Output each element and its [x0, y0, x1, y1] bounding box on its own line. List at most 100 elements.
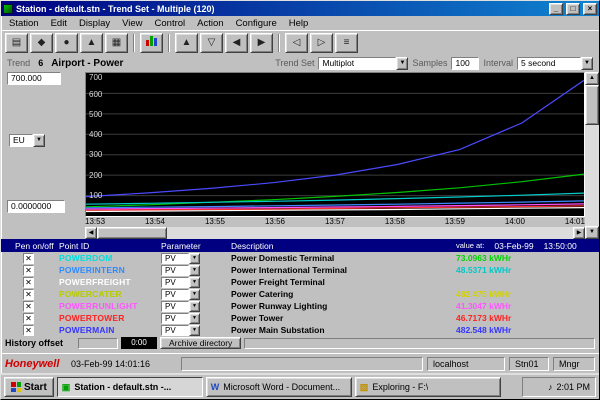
parameter-select[interactable]: PV▼ [161, 313, 200, 324]
parameter-select[interactable]: PV▼ [161, 289, 200, 300]
windows-taskbar: Start ▣ Station - default.stn -... W Mic… [1, 373, 599, 399]
y-tick: 100 [89, 192, 102, 200]
pen-checkbox[interactable]: ✕ [23, 289, 34, 300]
pen-checkbox[interactable]: ✕ [23, 253, 34, 264]
menu-display[interactable]: Display [73, 18, 116, 29]
interval-select[interactable]: 5 second ▼ [517, 57, 593, 70]
menu-action[interactable]: Action [191, 18, 229, 29]
y-min-input[interactable]: 0.0000000 [7, 200, 65, 213]
pen-checkbox[interactable]: ✕ [23, 301, 34, 312]
x-tick: 14:01 [565, 217, 585, 227]
table-row: ✕ POWERCATER PV▼ Power Catering 482.475 … [1, 288, 599, 300]
pen-checkbox[interactable]: ✕ [23, 277, 34, 288]
message-summary-icon[interactable]: ▦ [105, 33, 128, 53]
parameter-select[interactable]: PV▼ [161, 325, 200, 336]
point-id[interactable]: POWERDOM [59, 253, 161, 263]
history-offset-value: 0:00 [121, 337, 157, 349]
pen-checkbox[interactable]: ✕ [23, 265, 34, 276]
header-value-at: value at: [456, 241, 484, 250]
chevron-down-icon[interactable]: ▼ [189, 325, 200, 336]
task-button-station[interactable]: ▣ Station - default.stn -... [57, 377, 203, 397]
history-offset-field[interactable] [78, 338, 118, 349]
pen-checkbox[interactable]: ✕ [23, 325, 34, 336]
horizontal-scrollbar[interactable]: ◀ ▶ [85, 227, 585, 239]
task-button-word[interactable]: W Microsoft Word - Document... [206, 377, 352, 397]
minimize-button[interactable]: _ [549, 3, 563, 15]
v-scroll-thumb[interactable] [585, 85, 599, 125]
page-back-icon[interactable]: ◁ [285, 33, 308, 53]
nav-up-icon[interactable]: ▲ [175, 33, 198, 53]
trend-set-select[interactable]: Multiplot ▼ [318, 57, 408, 70]
vertical-scrollbar[interactable]: ▲ ▼ [585, 72, 599, 239]
task-button-explorer[interactable]: ▨ Exploring - F:\ [355, 377, 501, 397]
alarm-bell-icon[interactable]: ◆ [30, 33, 53, 53]
nav-left-icon[interactable]: ◀ [225, 33, 248, 53]
chevron-down-icon[interactable]: ▼ [396, 57, 408, 70]
archive-directory-button[interactable]: Archive directory [160, 337, 241, 349]
header-time: 13:50:00 [544, 241, 577, 251]
x-tick: 14:00 [505, 217, 525, 227]
trend-chart-icon[interactable] [140, 33, 163, 53]
point-description: Power Catering [231, 289, 456, 299]
status-role: Mngr [553, 357, 595, 371]
parameter-select[interactable]: PV▼ [161, 301, 200, 312]
header-description: Description [231, 241, 456, 251]
maximize-button[interactable]: □ [566, 3, 580, 15]
menu-help[interactable]: Help [283, 18, 315, 29]
chevron-down-icon[interactable]: ▼ [33, 134, 45, 147]
command-menu-icon[interactable]: ≡ [335, 33, 358, 53]
y-tick: 300 [89, 151, 102, 159]
menu-control[interactable]: Control [149, 18, 192, 29]
page-forward-icon[interactable]: ▷ [310, 33, 333, 53]
pen-checkbox[interactable]: ✕ [23, 313, 34, 324]
chevron-up-icon[interactable]: ▲ [585, 72, 599, 85]
point-description: Power Freight Terminal [231, 277, 456, 287]
start-button[interactable]: Start [4, 377, 54, 397]
speaker-icon[interactable]: ♪ [548, 382, 553, 392]
close-button[interactable]: × [583, 3, 597, 15]
menu-station[interactable]: Station [3, 18, 45, 29]
chevron-left-icon[interactable]: ◀ [85, 227, 97, 239]
menu-view[interactable]: View [116, 18, 148, 29]
chevron-right-icon[interactable]: ▶ [573, 227, 585, 239]
trend-number: 6 [34, 58, 47, 68]
trend-plot[interactable]: 700 600 500 400 300 200 100 [85, 72, 585, 217]
printer-icon[interactable]: ▤ [5, 33, 28, 53]
parameter-select[interactable]: PV▼ [161, 277, 200, 288]
menu-configure[interactable]: Configure [230, 18, 283, 29]
parameter-select[interactable]: PV▼ [161, 265, 200, 276]
y-max-input[interactable]: 700.000 [7, 72, 61, 85]
y-tick: 200 [89, 172, 102, 180]
h-scroll-track[interactable] [97, 227, 573, 239]
h-scroll-thumb[interactable] [97, 227, 167, 239]
history-bar: History offset 0:00 Archive directory [1, 336, 599, 350]
point-id[interactable]: POWERFREIGHT [59, 277, 161, 287]
x-tick: 13:55 [205, 217, 225, 227]
point-id[interactable]: POWERMAIN [59, 325, 161, 335]
chevron-down-icon[interactable]: ▼ [189, 301, 200, 312]
chevron-down-icon[interactable]: ▼ [189, 277, 200, 288]
alarm-horn-icon[interactable]: ● [55, 33, 78, 53]
v-scroll-track[interactable] [585, 85, 599, 226]
history-bar-filler [244, 338, 595, 349]
chevron-down-icon[interactable]: ▼ [189, 313, 200, 324]
eu-select[interactable]: EU ▼ [9, 134, 45, 147]
chevron-down-icon[interactable]: ▼ [189, 289, 200, 300]
parameter-select[interactable]: PV▼ [161, 253, 200, 264]
point-id[interactable]: POWERCATER [59, 289, 161, 299]
nav-right-icon[interactable]: ▶ [250, 33, 273, 53]
pen-table: ✕ POWERDOM PV▼ Power Domestic Terminal 7… [1, 252, 599, 336]
chevron-down-icon[interactable]: ▼ [585, 226, 599, 239]
alarm-warning-icon[interactable]: ▲ [80, 33, 103, 53]
point-id[interactable]: POWERTOWER [59, 313, 161, 323]
point-id[interactable]: POWERINTERN [59, 265, 161, 275]
samples-input[interactable]: 100 [451, 57, 479, 70]
nav-down-icon[interactable]: ▽ [200, 33, 223, 53]
chevron-down-icon[interactable]: ▼ [189, 265, 200, 276]
point-id[interactable]: POWERRUNLIGHT [59, 301, 161, 311]
chevron-down-icon[interactable]: ▼ [189, 253, 200, 264]
menu-edit[interactable]: Edit [45, 18, 73, 29]
chevron-down-icon[interactable]: ▼ [581, 57, 593, 70]
trend-set-label: Trend Set [275, 58, 314, 68]
toolbar-separator [168, 34, 170, 52]
